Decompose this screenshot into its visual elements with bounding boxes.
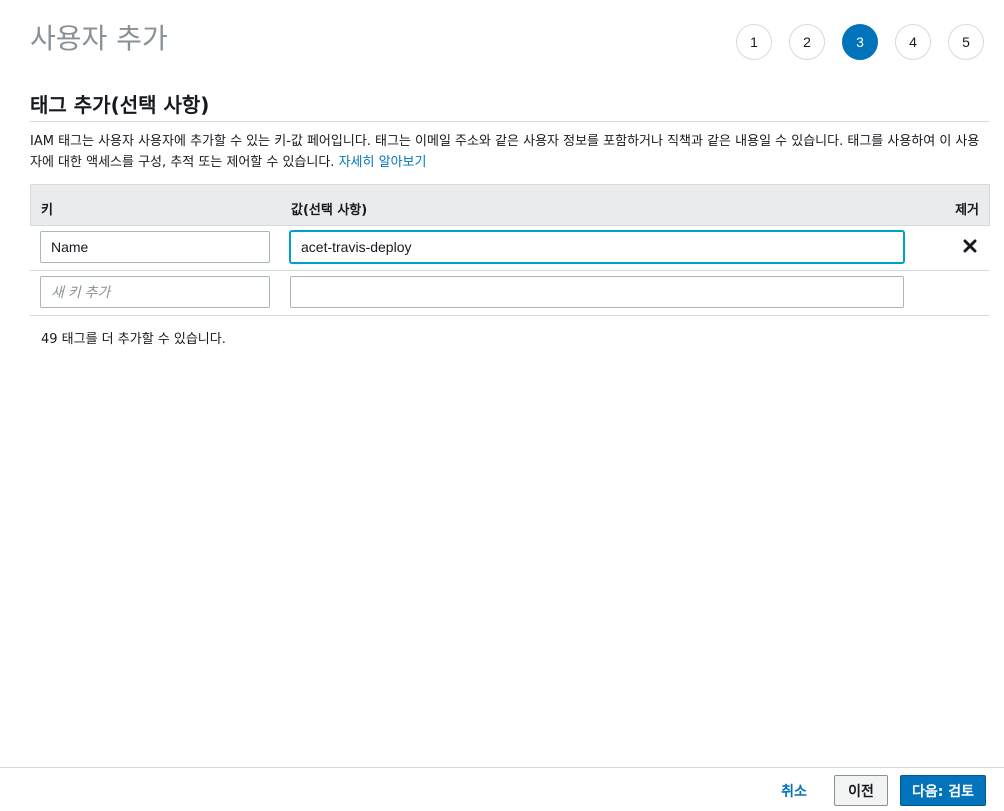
- step-3-current[interactable]: 3: [842, 24, 878, 60]
- step-4[interactable]: 4: [895, 24, 931, 60]
- previous-button[interactable]: 이전: [834, 775, 888, 806]
- wizard-steps: 1 2 3 4 5: [736, 24, 984, 60]
- section-description: IAM 태그는 사용자 사용자에 추가할 수 있는 키-값 페어입니다. 태그는…: [30, 131, 990, 173]
- table-row-new: [30, 271, 990, 316]
- close-icon[interactable]: [963, 239, 977, 253]
- table-header: 키 값(선택 사항) 제거: [30, 184, 990, 226]
- tag-value-input[interactable]: [290, 231, 904, 263]
- footer-divider: [0, 767, 1004, 768]
- table-row: [30, 226, 990, 271]
- remaining-tags-text: 49 태그를 더 추가할 수 있습니다.: [41, 332, 226, 347]
- section-title: 태그 추가(선택 사항): [30, 93, 210, 117]
- next-review-button[interactable]: 다음: 검토: [900, 775, 986, 806]
- add-user-page: 사용자 추가 1 2 3 4 5 태그 추가(선택 사항) IAM 태그는 사용…: [0, 0, 1004, 811]
- column-header-value: 값(선택 사항): [291, 203, 368, 218]
- tag-table: 키 값(선택 사항) 제거: [30, 184, 990, 316]
- new-tag-key-input[interactable]: [40, 276, 270, 308]
- step-2[interactable]: 2: [789, 24, 825, 60]
- step-5[interactable]: 5: [948, 24, 984, 60]
- step-1[interactable]: 1: [736, 24, 772, 60]
- description-text: IAM 태그는 사용자 사용자에 추가할 수 있는 키-값 페어입니다. 태그는…: [30, 134, 980, 170]
- column-header-key: 키: [41, 203, 53, 218]
- new-tag-value-input[interactable]: [290, 276, 904, 308]
- column-header-remove: 제거: [955, 203, 979, 218]
- page-title: 사용자 추가: [30, 22, 168, 55]
- section-divider: [30, 121, 990, 122]
- tag-key-input[interactable]: [40, 231, 270, 263]
- learn-more-link[interactable]: 자세히 알아보기: [339, 155, 427, 170]
- cancel-button[interactable]: 취소: [770, 775, 818, 806]
